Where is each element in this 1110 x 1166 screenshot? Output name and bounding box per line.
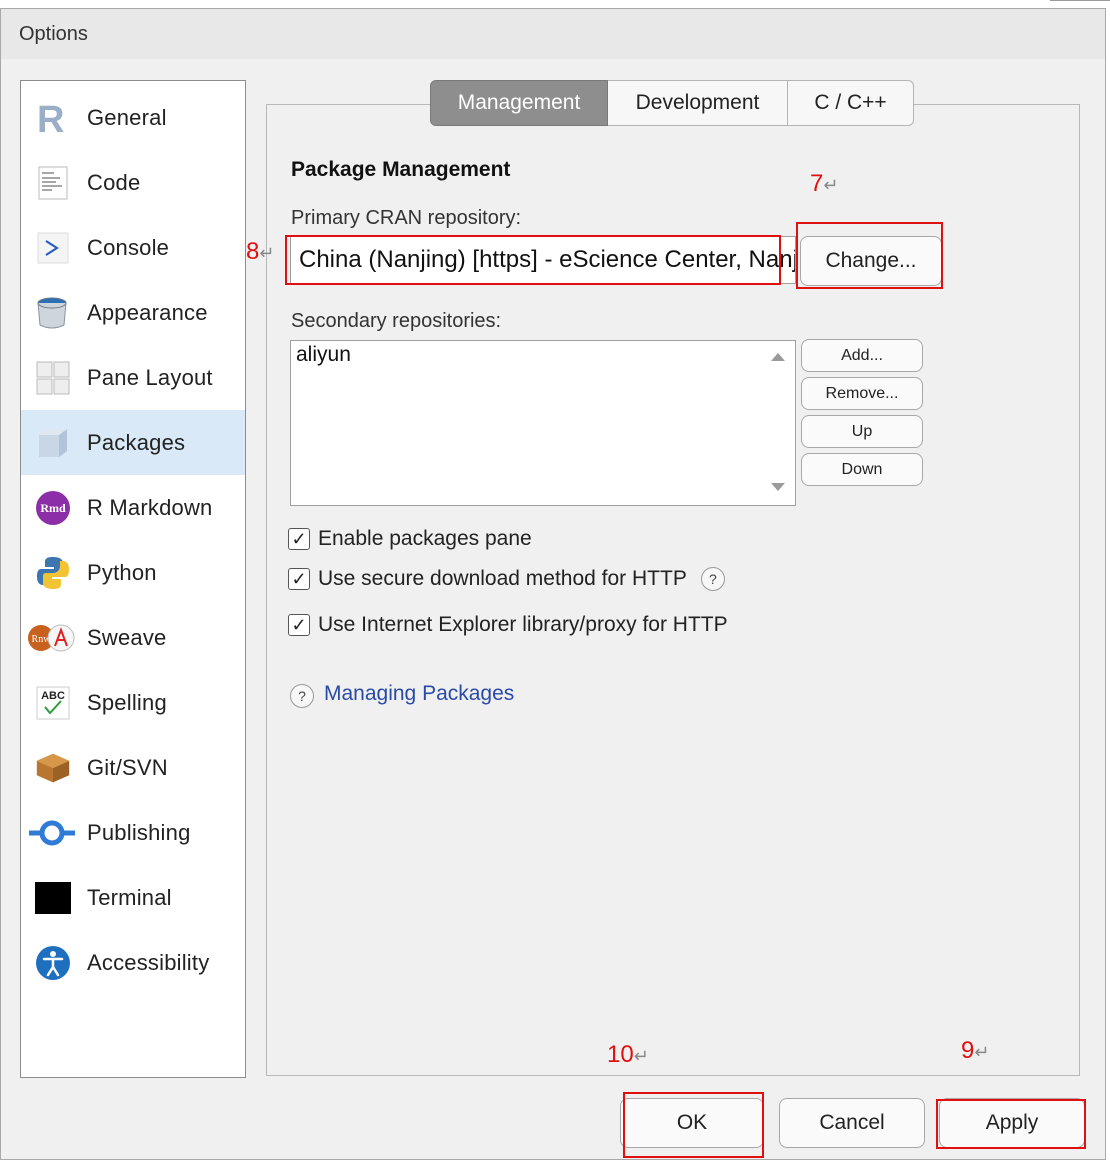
accessibility-icon bbox=[35, 945, 71, 981]
sidebar-item-publishing[interactable]: Publishing bbox=[21, 800, 245, 865]
sidebar-item-label: R Markdown bbox=[87, 494, 213, 520]
sidebar-item-code[interactable]: Code bbox=[21, 150, 245, 215]
annotation-number-9: 9↵ bbox=[961, 1037, 990, 1064]
add-repo-button[interactable]: Add... bbox=[801, 339, 923, 372]
sidebar-item-appearance[interactable]: Appearance bbox=[21, 280, 245, 345]
publishing-icon bbox=[29, 815, 75, 851]
title-bar[interactable]: Options bbox=[1, 9, 1105, 59]
sidebar-item-label: Pane Layout bbox=[87, 364, 213, 390]
remove-repo-button[interactable]: Remove... bbox=[801, 377, 923, 410]
sidebar-item-git-svn[interactable]: Git/SVN bbox=[21, 735, 245, 800]
sweave-icon: Rnw bbox=[27, 620, 77, 656]
sidebar-item-label: Git/SVN bbox=[87, 754, 168, 780]
sidebar-item-label: Code bbox=[87, 169, 141, 195]
sidebar-item-python[interactable]: Python bbox=[21, 540, 245, 605]
sidebar-item-label: Accessibility bbox=[87, 949, 210, 975]
tab-c-cpp[interactable]: C / C++ bbox=[788, 80, 914, 126]
sidebar-item-general[interactable]: R General bbox=[21, 85, 245, 150]
enable-packages-pane-option[interactable]: ✓ Enable packages pane bbox=[288, 527, 532, 551]
window-title: Options bbox=[19, 23, 88, 45]
pane-grid-icon bbox=[35, 360, 71, 396]
python-icon bbox=[35, 555, 71, 591]
git-box-icon bbox=[35, 750, 71, 786]
svg-text:R: R bbox=[37, 100, 64, 136]
sidebar-item-pane-layout[interactable]: Pane Layout bbox=[21, 345, 245, 410]
managing-packages-link[interactable]: Managing Packages bbox=[324, 682, 514, 706]
tab-management[interactable]: Management bbox=[430, 80, 608, 126]
scroll-up-arrow-icon[interactable] bbox=[771, 353, 785, 361]
checkbox-label: Enable packages pane bbox=[318, 527, 532, 550]
move-up-button[interactable]: Up bbox=[801, 415, 923, 448]
code-document-icon bbox=[35, 165, 71, 201]
ie-proxy-option[interactable]: ✓ Use Internet Explorer library/proxy fo… bbox=[288, 613, 728, 637]
package-box-icon bbox=[35, 425, 71, 461]
secondary-repos-list[interactable]: aliyun bbox=[290, 340, 796, 506]
section-title: Package Management bbox=[291, 158, 511, 181]
annotation-box-apply bbox=[936, 1099, 1086, 1149]
scroll-down-arrow-icon[interactable] bbox=[771, 483, 785, 491]
tab-bar: Management Development C / C++ bbox=[430, 80, 914, 126]
sidebar-item-label: Appearance bbox=[87, 299, 208, 325]
cancel-button[interactable]: Cancel bbox=[779, 1098, 925, 1148]
rmd-icon: Rmd bbox=[35, 490, 71, 526]
sidebar-item-label: Sweave bbox=[87, 624, 167, 650]
svg-text:Rmd: Rmd bbox=[40, 501, 66, 515]
annotation-number-7: 7↵ bbox=[810, 170, 839, 197]
sidebar-item-console[interactable]: Console bbox=[21, 215, 245, 280]
annotation-box-primary-repo bbox=[285, 235, 781, 285]
terminal-icon bbox=[35, 880, 71, 916]
sidebar-item-label: Packages bbox=[87, 429, 186, 455]
svg-text:ABC: ABC bbox=[41, 690, 65, 702]
annotation-box-ok bbox=[623, 1092, 764, 1158]
sidebar-item-label: Spelling bbox=[87, 689, 167, 715]
checkbox-label: Use Internet Explorer library/proxy for … bbox=[318, 613, 728, 636]
sidebar-item-label: Console bbox=[87, 234, 170, 260]
sidebar-item-sweave[interactable]: Rnw Sweave bbox=[21, 605, 245, 670]
options-sidebar: R General Code Console Appearance Pane L… bbox=[20, 80, 246, 1078]
move-down-button[interactable]: Down bbox=[801, 453, 923, 486]
r-logo-icon: R bbox=[35, 100, 71, 136]
sidebar-item-spelling[interactable]: ABC Spelling bbox=[21, 670, 245, 735]
help-question-icon[interactable]: ? bbox=[290, 684, 314, 708]
annotation-number-10: 10↵ bbox=[607, 1041, 649, 1068]
checkbox-label: Use secure download method for HTTP bbox=[318, 567, 687, 590]
console-prompt-icon bbox=[35, 230, 71, 266]
annotation-box-change bbox=[796, 222, 943, 289]
ie-proxy-checkbox[interactable]: ✓ bbox=[288, 614, 310, 636]
sidebar-item-label: General bbox=[87, 104, 167, 130]
sidebar-item-r-markdown[interactable]: Rmd R Markdown bbox=[21, 475, 245, 540]
help-question-icon[interactable]: ? bbox=[700, 567, 725, 591]
sidebar-item-terminal[interactable]: Terminal bbox=[21, 865, 245, 930]
sidebar-item-accessibility[interactable]: Accessibility bbox=[21, 930, 245, 995]
secure-download-checkbox[interactable]: ✓ bbox=[288, 568, 310, 590]
primary-repo-label: Primary CRAN repository: bbox=[291, 207, 522, 229]
window-edge-divider bbox=[1050, 0, 1110, 3]
paint-bucket-icon bbox=[35, 295, 71, 331]
spelling-abc-icon: ABC bbox=[35, 685, 71, 721]
sidebar-item-label: Terminal bbox=[87, 884, 172, 910]
enable-packages-pane-checkbox[interactable]: ✓ bbox=[288, 528, 310, 550]
list-item[interactable]: aliyun bbox=[296, 343, 351, 367]
secondary-repos-label: Secondary repositories: bbox=[291, 310, 502, 332]
sidebar-item-label: Publishing bbox=[87, 819, 191, 845]
tab-development[interactable]: Development bbox=[608, 80, 788, 126]
sidebar-item-packages[interactable]: Packages bbox=[21, 410, 245, 475]
annotation-number-8: 8↵ bbox=[246, 238, 275, 265]
sidebar-item-label: Python bbox=[87, 559, 157, 585]
secure-download-option[interactable]: ✓ Use secure download method for HTTP ? bbox=[288, 567, 725, 591]
